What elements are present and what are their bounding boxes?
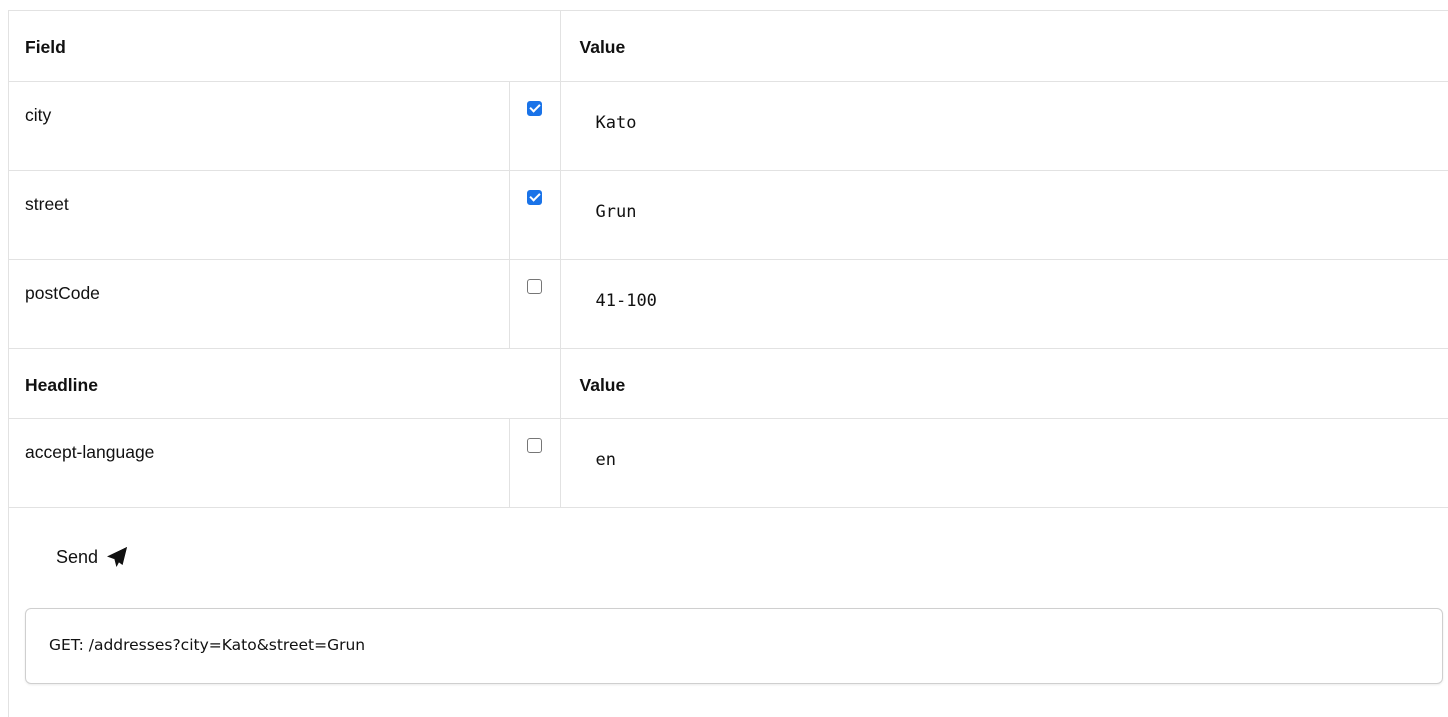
header-value-column-header: Value — [560, 348, 1448, 419]
header-value[interactable]: en — [560, 418, 1448, 508]
field-value[interactable]: Kato — [560, 81, 1448, 171]
header-name: accept-language — [9, 418, 510, 508]
send-label: Send — [56, 546, 99, 567]
field-name: city — [9, 81, 510, 171]
field-name: postCode — [9, 259, 510, 349]
field-checkbox-street[interactable] — [527, 189, 542, 205]
fields-header-row: Field Value — [9, 11, 1448, 82]
field-row-street: street Grun — [9, 170, 1448, 260]
request-builder: Field Value city Kato street Grun postCo… — [8, 10, 1448, 717]
send-button[interactable]: Send — [56, 546, 128, 568]
field-name: street — [9, 170, 510, 260]
field-row-postcode: postCode 41-100 — [9, 259, 1448, 349]
headers-header-row: Headline Value — [9, 348, 1448, 419]
value-column-header: Value — [560, 11, 1448, 82]
field-row-city: city Kato — [9, 81, 1448, 171]
field-column-header: Field — [9, 11, 561, 82]
field-value[interactable]: Grun — [560, 170, 1448, 260]
headline-column-header: Headline — [9, 348, 561, 419]
field-checkbox-city[interactable] — [527, 100, 542, 116]
header-row-accept-language: accept-language en — [9, 418, 1448, 508]
request-preview: GET: /addresses?city=Kato&street=Grun — [25, 608, 1443, 684]
request-preview-text: GET: /addresses?city=Kato&street=Grun — [49, 636, 366, 654]
params-table: Field Value city Kato street Grun postCo… — [9, 11, 1448, 508]
paper-plane-icon — [106, 546, 128, 568]
field-value[interactable]: 41-100 — [560, 259, 1448, 349]
field-checkbox-postcode[interactable] — [527, 278, 542, 294]
header-checkbox-accept-language[interactable] — [527, 437, 542, 453]
